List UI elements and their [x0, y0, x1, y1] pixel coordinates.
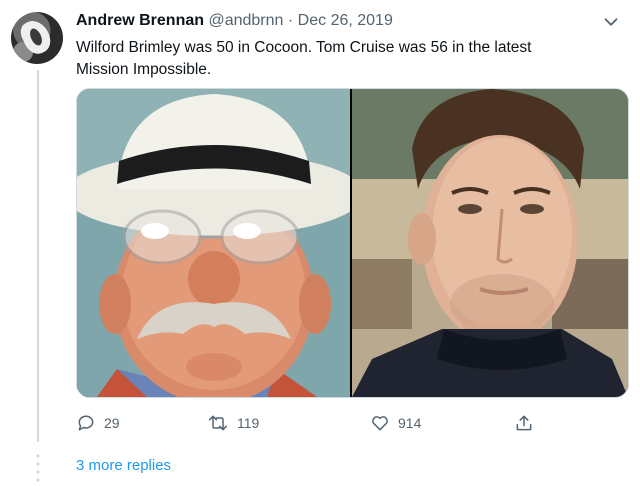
tweet-text: Wilford Brimley was 50 in Cocoon. Tom Cr… — [76, 39, 532, 78]
tweet-date[interactable]: Dec 26, 2019 — [298, 12, 393, 29]
thread-dotted-connector — [36, 452, 40, 482]
more-replies-link[interactable]: 3 more replies — [76, 457, 171, 474]
author-handle[interactable]: @andbrnn — [208, 12, 283, 29]
photo-older-man-white-hat[interactable] — [77, 89, 350, 397]
header-separator: · — [287, 12, 294, 29]
retweet-icon — [208, 415, 228, 431]
heart-icon — [372, 416, 388, 431]
share-button[interactable] — [514, 413, 534, 433]
photo-man-dark-turtleneck[interactable] — [352, 89, 628, 397]
tweet-header: Andrew Brennan @andbrnn · Dec 26, 2019 — [76, 12, 393, 30]
reply-button[interactable]: 29 — [76, 413, 120, 433]
chevron-down-icon[interactable] — [600, 11, 622, 33]
thread-connector-line — [37, 70, 39, 442]
author-name[interactable]: Andrew Brennan — [76, 12, 204, 29]
share-icon — [516, 415, 532, 431]
reply-count: 29 — [104, 415, 120, 431]
reply-icon — [78, 415, 94, 431]
retweet-count: 119 — [237, 415, 260, 431]
media-grid[interactable] — [76, 88, 629, 398]
like-count: 914 — [398, 415, 422, 431]
retweet-button[interactable]: 119 — [207, 413, 259, 433]
avatar[interactable] — [11, 12, 63, 64]
like-button[interactable]: 914 — [370, 413, 421, 433]
tweet-actions: 29 119 914 — [76, 413, 546, 439]
